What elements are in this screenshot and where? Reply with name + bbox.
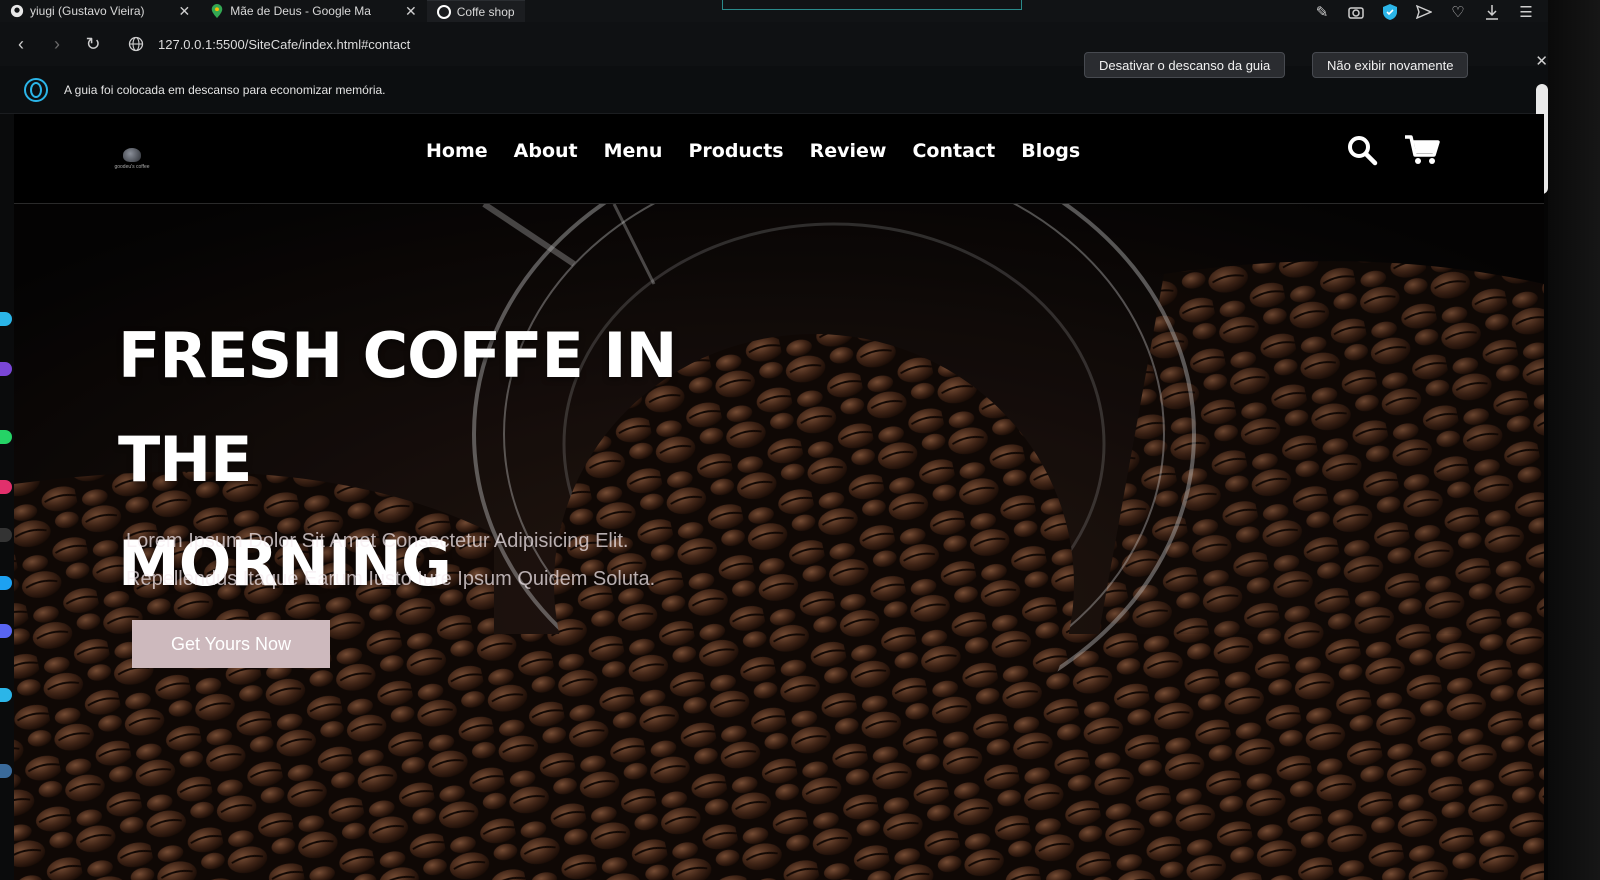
hero-title-line1: FRESH COFFE IN THE [118,319,677,496]
browser-toolbar-icons: ✎ ♡ ☰ [1312,2,1570,22]
discord-icon[interactable] [0,624,12,638]
twitter-icon[interactable] [0,576,12,590]
dont-show-again-button[interactable]: Não exibir novamente [1312,52,1469,78]
player-icon[interactable] [0,688,12,702]
tab-coffee-shop[interactable]: Coffe shop [426,0,525,22]
main-navigation: Home About Menu Products Review Contact … [426,140,1080,162]
browser-sidebar [0,114,14,880]
get-yours-now-button[interactable]: Get Yours Now [132,620,330,668]
reload-icon[interactable]: ↻ [78,29,108,59]
nav-about[interactable]: About [514,140,578,162]
forward-icon[interactable]: › [42,29,72,59]
header-actions [1346,134,1440,166]
back-icon[interactable]: ‹ [6,29,36,59]
download-icon[interactable] [1482,2,1502,22]
hero-subtitle: Lorem Ipsum Dolor Sit Amet Consectetur A… [126,522,786,598]
infobar-message: A guia foi colocada em descanso para eco… [64,82,386,97]
edit-icon[interactable]: ✎ [1312,2,1332,22]
github-icon [10,4,24,18]
browser-tab-bar: yiugi (Gustavo Vieira) ✕ Mãe de Deus - G… [0,0,1600,22]
url-field[interactable]: 127.0.0.1:5500/SiteCafe/index.html#conta… [158,37,410,52]
send-icon[interactable] [1414,2,1434,22]
hero-subtitle-line1: Lorem Ipsum Dolor Sit Amet Consectetur A… [126,530,629,552]
tab-group-indicator [722,0,1022,10]
nav-products[interactable]: Products [688,140,783,162]
search-icon[interactable] [1346,134,1378,166]
nav-blogs[interactable]: Blogs [1021,140,1080,162]
site-icon [436,4,451,19]
disable-snooze-button[interactable]: Desativar o descanso da guia [1084,52,1286,78]
cart-icon[interactable] [1404,134,1440,166]
monitor-bezel [1548,0,1600,880]
tab-github[interactable]: yiugi (Gustavo Vieira) ✕ [0,0,200,22]
tab-google-maps[interactable]: Mãe de Deus - Google Ma ✕ [200,0,426,22]
website: goodeu's coffee Home About Menu Products… [14,114,1544,880]
close-icon[interactable]: ✕ [179,3,191,20]
logo-text: goodeu's coffee [114,164,150,170]
close-icon[interactable]: ✕ [1535,52,1548,70]
nav-home[interactable]: Home [426,140,488,162]
globe-icon [126,34,146,54]
settings-sliders-icon[interactable]: ☰ [1516,2,1536,22]
site-header: goodeu's coffee Home About Menu Products… [14,114,1544,204]
shield-icon[interactable] [1380,2,1400,22]
tab-title: Mãe de Deus - Google Ma [230,4,371,18]
nav-review[interactable]: Review [810,140,887,162]
hero-subtitle-line2: Repellendus Itaque Earum Iusto Iure Ipsu… [126,568,656,590]
coffee-cup-icon [123,148,141,162]
nav-contact[interactable]: Contact [912,140,995,162]
hero-section: FRESH COFFE IN THE MORNING Lorem Ipsum D… [14,204,1544,880]
heart-icon[interactable]: ♡ [1448,2,1468,22]
whatsapp-icon[interactable] [0,430,12,444]
nav-menu[interactable]: Menu [604,140,663,162]
site-logo[interactable]: goodeu's coffee [110,148,154,178]
opera-icon [24,77,48,102]
messenger-icon[interactable] [0,312,12,326]
tab-title: Coffe shop [456,4,515,19]
app-icon[interactable] [0,362,12,376]
tab-title: yiugi (Gustavo Vieira) [30,4,145,18]
camera-icon[interactable] [1346,2,1366,22]
close-icon[interactable]: ✕ [405,3,417,20]
gallery-icon[interactable] [0,764,12,778]
instagram-icon[interactable] [0,480,12,494]
google-maps-icon [210,4,224,18]
tiktok-icon[interactable] [0,528,12,542]
